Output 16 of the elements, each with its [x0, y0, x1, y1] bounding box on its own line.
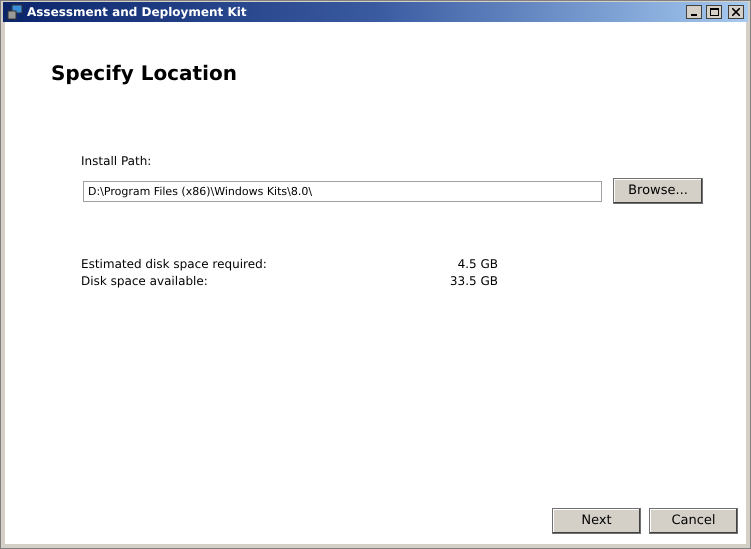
- maximize-button[interactable]: [706, 5, 722, 19]
- page-heading: Specify Location: [51, 60, 238, 87]
- minimize-button[interactable]: [686, 5, 702, 19]
- disk-space-label: Disk space available:: [81, 273, 208, 290]
- browse-button[interactable]: Browse...: [613, 178, 703, 204]
- disk-space-value: 4.5 GB: [458, 256, 498, 273]
- install-path-field[interactable]: D:\Program Files (x86)\Windows Kits\8.0\: [83, 180, 602, 202]
- cancel-button[interactable]: Cancel: [649, 508, 738, 534]
- window-title: Assessment and Deployment Kit: [27, 4, 248, 21]
- close-button[interactable]: [728, 5, 744, 19]
- next-button[interactable]: Next: [552, 508, 641, 534]
- disk-space-value: 33.5 GB: [450, 273, 498, 290]
- installer-icon: [7, 4, 23, 20]
- close-icon: [732, 8, 740, 16]
- disk-space-label: Estimated disk space required:: [81, 256, 267, 273]
- install-path-label: Install Path:: [81, 153, 152, 170]
